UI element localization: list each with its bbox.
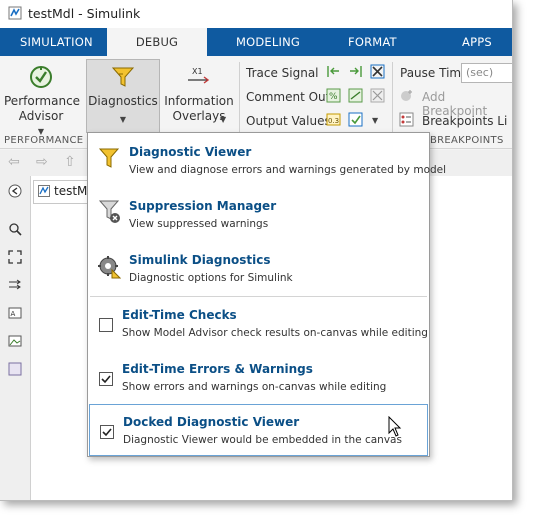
- menu-item-description: View suppressed warnings: [129, 218, 269, 230]
- tab-debug[interactable]: DEBUG: [107, 28, 207, 56]
- menu-separator: [90, 296, 427, 297]
- performance-advisor-icon: [30, 66, 52, 88]
- breadcrumb[interactable]: testMdl: [33, 180, 98, 204]
- check-icon: [102, 428, 112, 437]
- information-overlays-icon: X1: [188, 67, 210, 84]
- uncomment-icon[interactable]: [370, 88, 385, 103]
- trace-signal-button[interactable]: Trace Signal: [246, 66, 319, 80]
- menu-item-docked-diagnostic-viewer[interactable]: Docked Diagnostic Viewer Diagnostic View…: [89, 404, 428, 456]
- add-breakpoint-icon[interactable]: [399, 88, 414, 103]
- diagnostics-button[interactable]: Diagnostics ▼: [86, 59, 160, 133]
- menu-item-simulink-diagnostics[interactable]: Simulink Diagnostics Diagnostic options …: [88, 241, 429, 295]
- pause-time-input[interactable]: (sec): [461, 63, 512, 83]
- chevron-down-icon: ▼: [119, 115, 127, 124]
- edit-time-checks-checkbox[interactable]: [99, 318, 113, 332]
- simulink-diagnostics-gear-icon: [98, 256, 121, 279]
- menu-item-title: Edit-Time Errors & Warnings: [122, 362, 313, 376]
- tab-modeling[interactable]: MODELING: [236, 28, 300, 56]
- forward-arrow-icon[interactable]: ⇨: [36, 154, 48, 170]
- diagnostics-label: Diagnostics: [88, 94, 158, 108]
- menu-item-edit-time-checks[interactable]: Edit-Time Checks Show Model Advisor chec…: [88, 298, 429, 352]
- menu-item-diagnostic-viewer[interactable]: Diagnostic Viewer View and diagnose erro…: [88, 133, 446, 187]
- menu-item-description: Show Model Advisor check results on-canv…: [122, 327, 428, 339]
- simulink-app-icon: [8, 6, 22, 20]
- comment-out-button[interactable]: Comment Out: [246, 90, 330, 104]
- breakpoints-list-icon[interactable]: [399, 112, 414, 127]
- trace-forward-icon[interactable]: [348, 64, 363, 79]
- area-icon[interactable]: [8, 362, 22, 376]
- section-performance-label: PERFORMANCE: [4, 135, 84, 146]
- title-bar: testMdl - Simulink: [0, 0, 512, 28]
- information-overlays-label-1: Information: [164, 94, 234, 108]
- back-arrow-icon[interactable]: ⇦: [8, 154, 20, 170]
- menu-item-edit-time-errors-warnings[interactable]: Edit-Time Errors & Warnings Show errors …: [88, 352, 429, 406]
- model-icon: [38, 185, 50, 197]
- image-icon[interactable]: [8, 334, 22, 348]
- menu-item-description: Diagnostic Viewer would be embedded in t…: [123, 434, 402, 446]
- section-breakpoints-label: BREAKPOINTS: [430, 135, 504, 146]
- output-values-button[interactable]: Output Values: [246, 114, 331, 128]
- menu-item-suppression-manager[interactable]: Suppression Manager View suppressed warn…: [88, 187, 429, 241]
- information-overlays-button[interactable]: X1 Information Overlays ▼: [162, 62, 236, 132]
- annotation-icon[interactable]: A: [8, 306, 22, 320]
- ribbon-divider: [392, 62, 393, 134]
- performance-advisor-button[interactable]: Performance Advisor ▼: [4, 62, 81, 136]
- menu-item-title: Diagnostic Viewer: [129, 145, 252, 159]
- menu-item-title: Suppression Manager: [129, 199, 277, 213]
- svg-text:%: %: [329, 92, 338, 102]
- comment-through-icon[interactable]: [348, 88, 363, 103]
- tab-apps[interactable]: APPS: [462, 28, 492, 56]
- simulink-window: testMdl - Simulink SIMULATION DEBUG MODE…: [0, 0, 513, 501]
- remove-trace-icon[interactable]: [370, 64, 385, 79]
- svg-text:A: A: [11, 310, 16, 318]
- chevron-down-icon[interactable]: ▼: [372, 116, 378, 125]
- tab-simulation[interactable]: SIMULATION: [20, 28, 93, 56]
- menu-item-title: Simulink Diagnostics: [129, 253, 271, 267]
- breakpoints-list-button[interactable]: Breakpoints Li: [422, 114, 507, 128]
- performance-advisor-label-1: Performance: [4, 94, 81, 108]
- overlay-icon-text: X1: [192, 67, 203, 76]
- performance-advisor-label-2: Advisor: [18, 109, 64, 123]
- diagnostic-viewer-icon: [98, 148, 120, 168]
- arrow-direction-icon[interactable]: [8, 278, 22, 292]
- pause-time-placeholder: (sec): [466, 66, 494, 79]
- svg-text:0.3: 0.3: [328, 117, 339, 125]
- docked-viewer-checkbox[interactable]: [100, 425, 114, 439]
- output-values-options-icon[interactable]: [348, 112, 363, 127]
- comment-out-icon[interactable]: %: [326, 88, 341, 103]
- tab-format[interactable]: FORMAT: [348, 28, 397, 56]
- check-icon: [101, 375, 111, 384]
- ribbon-divider: [239, 62, 240, 134]
- diagnostics-funnel-icon: [111, 67, 135, 87]
- edit-time-errors-checkbox[interactable]: [99, 372, 113, 386]
- up-arrow-icon[interactable]: ⇧: [64, 154, 76, 170]
- zoom-icon[interactable]: [8, 222, 22, 236]
- fit-to-view-icon[interactable]: [8, 250, 22, 264]
- mouse-pointer-icon: [388, 416, 402, 437]
- diagnostics-menu: Diagnostic Viewer View and diagnose erro…: [87, 132, 446, 457]
- chevron-down-icon: ▼: [220, 115, 227, 124]
- toolstrip-tabs: SIMULATION DEBUG MODELING FORMAT APPS: [0, 28, 512, 56]
- trace-back-icon[interactable]: [326, 64, 341, 79]
- window-title: testMdl - Simulink: [28, 6, 141, 21]
- menu-item-description: Diagnostic options for Simulink: [129, 272, 293, 284]
- menu-item-title: Edit-Time Checks: [122, 308, 237, 322]
- suppression-manager-icon: [98, 200, 120, 223]
- menu-item-description: View and diagnose errors and warnings ge…: [129, 164, 447, 176]
- pause-time-label: Pause Time: [400, 66, 469, 80]
- output-values-icon[interactable]: 0.3: [326, 112, 341, 127]
- hide-explorer-icon[interactable]: [8, 184, 22, 198]
- menu-item-title: Docked Diagnostic Viewer: [123, 415, 300, 429]
- canvas-palette: A: [0, 176, 31, 500]
- menu-item-description: Show errors and warnings on-canvas while…: [122, 381, 387, 393]
